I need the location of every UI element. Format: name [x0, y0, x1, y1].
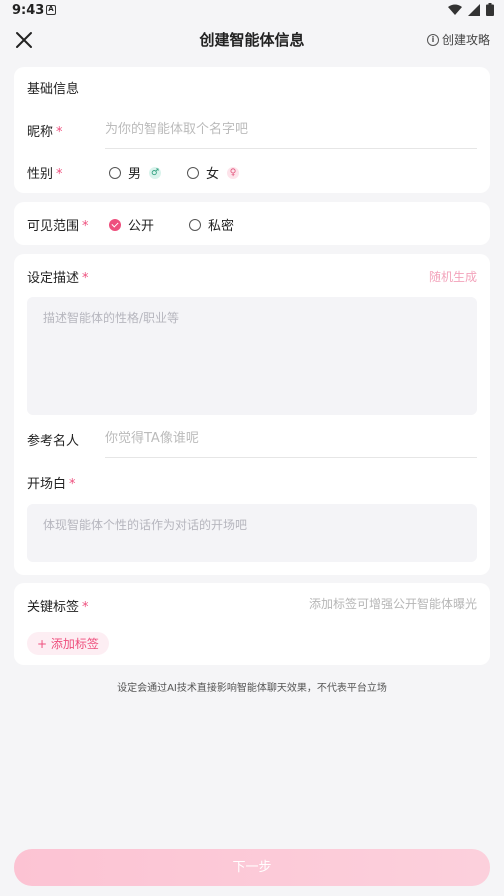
random-generate-button[interactable]: 随机生成 [429, 268, 477, 285]
disclaimer-text: 设定会通过AI技术直接影响智能体聊天效果，不代表平台立场 [117, 683, 387, 694]
visibility-private-radio[interactable]: 私密 [189, 215, 234, 234]
settings-card: 设定描述 * 随机生成 描述智能体的性格/职业等 参考名人 你觉得TA像谁呢 开场… [14, 254, 490, 575]
next-button[interactable]: 下一步 [14, 849, 490, 886]
tags-card: 关键标签 * 添加标签可增强公开智能体曝光 + 添加标签 [14, 583, 490, 665]
radio-unchecked-icon [109, 166, 121, 179]
add-tag-button[interactable]: + 添加标签 [27, 632, 109, 655]
description-label: 设定描述 * [27, 271, 89, 286]
basic-info-title: 基础信息 [27, 82, 80, 97]
radio-checked-icon [109, 218, 121, 231]
tags-label: 关键标签 * [27, 600, 89, 615]
tags-hint: 添加标签可增强公开智能体曝光 [308, 597, 477, 611]
opening-label: 开场白 * [27, 477, 76, 492]
notification-icon: A [46, 5, 56, 15]
visibility-label: 可见范围 * [27, 219, 89, 234]
reference-label: 参考名人 [27, 434, 80, 449]
nickname-label: 昵称 * [27, 125, 63, 140]
guide-link[interactable]: i 创建攻略 [426, 31, 490, 48]
status-icons [448, 3, 494, 16]
radio-unchecked-icon [189, 218, 201, 231]
gender-label: 性别 * [27, 167, 63, 182]
nickname-input[interactable]: 为你的智能体取个名字吧 [105, 119, 477, 149]
gender-male-radio[interactable]: 男 ♂ [109, 163, 162, 182]
wifi-icon [448, 4, 462, 15]
guide-label: 创建攻略 [441, 33, 490, 47]
status-bar: 9:43 A [0, 0, 504, 22]
visibility-card: 可见范围 * 公开 私密 [14, 202, 490, 245]
header: 创建智能体信息 i 创建攻略 [0, 22, 504, 58]
signal-icon [468, 3, 480, 16]
radio-unchecked-icon [187, 166, 199, 179]
female-icon: ♀ [227, 166, 240, 179]
info-icon: i [426, 33, 439, 46]
gender-female-radio[interactable]: 女 ♀ [187, 163, 240, 182]
reference-input[interactable]: 你觉得TA像谁呢 [105, 428, 477, 458]
male-icon: ♂ [149, 166, 162, 179]
description-textarea[interactable]: 描述智能体的性格/职业等 [27, 297, 477, 415]
opening-textarea[interactable]: 体现智能体个性的话作为对话的开场吧 [27, 504, 477, 562]
basic-info-card: 基础信息 昵称 * 为你的智能体取个名字吧 性别 * 男 ♂ 女 ♀ [14, 67, 490, 193]
visibility-public-radio[interactable]: 公开 [109, 215, 154, 234]
status-time: 9:43 [12, 3, 45, 18]
battery-icon [486, 3, 494, 16]
